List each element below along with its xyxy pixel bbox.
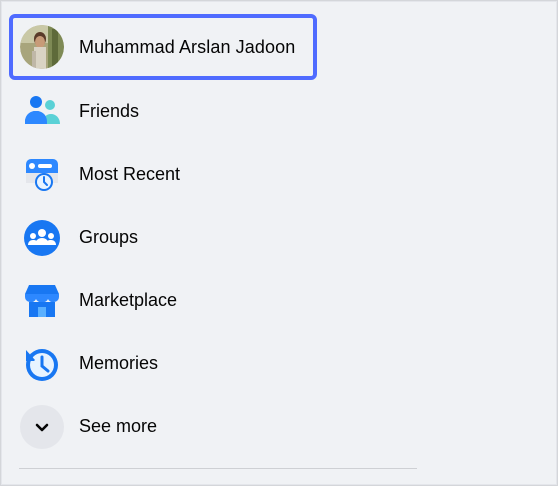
sidebar-item-groups[interactable]: Groups: [9, 206, 317, 269]
friends-icon: [19, 89, 65, 135]
groups-icon: [19, 215, 65, 261]
sidebar-item-marketplace[interactable]: Marketplace: [9, 269, 317, 332]
sidebar-item-label: Friends: [79, 101, 140, 121]
sidebar-panel: Muhammad Arslan Jadoon Friends Most Rece…: [0, 0, 558, 486]
sidebar-item-friends[interactable]: Friends: [9, 80, 317, 143]
sidebar-item-label: See more: [79, 416, 158, 436]
sidebar-item-memories[interactable]: Memories: [9, 332, 317, 395]
marketplace-icon: [19, 278, 65, 324]
profile-name: Muhammad Arslan Jadoon: [79, 36, 296, 57]
see-more-icon-wrap: [19, 404, 65, 450]
avatar: [20, 25, 64, 69]
divider: [19, 468, 417, 469]
chevron-down-icon: [20, 404, 64, 449]
most-recent-icon: [19, 152, 65, 198]
sidebar-item-label: Groups: [79, 227, 139, 247]
sidebar-nav: Muhammad Arslan Jadoon Friends Most Rece…: [9, 13, 317, 458]
sidebar-item-label: Marketplace: [79, 290, 178, 310]
memories-icon: [19, 341, 65, 387]
see-more-button[interactable]: See more: [9, 395, 317, 458]
sidebar-item-label: Most Recent: [79, 164, 181, 184]
sidebar-item-most-recent[interactable]: Most Recent: [9, 143, 317, 206]
profile-avatar: [19, 24, 65, 70]
sidebar-item-label: Memories: [79, 353, 159, 373]
sidebar-item-profile[interactable]: Muhammad Arslan Jadoon: [9, 14, 317, 80]
